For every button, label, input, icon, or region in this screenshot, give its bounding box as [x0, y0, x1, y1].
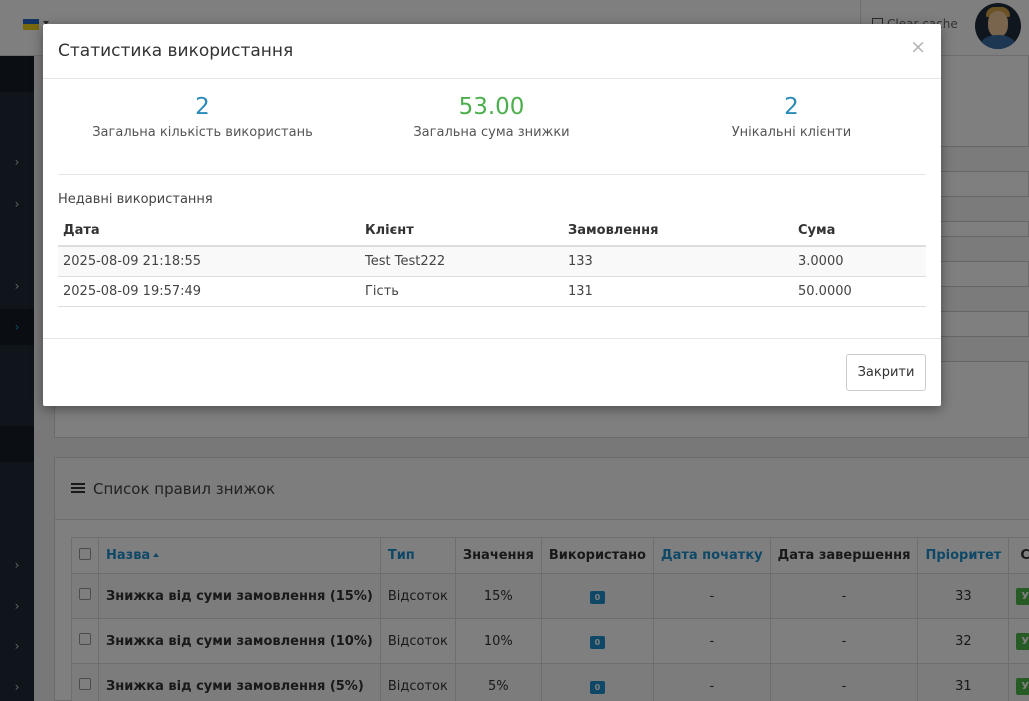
modal-header: Статистика використання × [43, 24, 941, 79]
close-button[interactable]: Закрити [846, 354, 926, 391]
stat-value: 2 [784, 94, 799, 120]
usage-client: Test Test222 [360, 245, 563, 276]
col-amount: Сума [793, 216, 926, 247]
stat-label: Загальна сума знижки [413, 125, 570, 140]
stat-label: Загальна кількість використань [92, 125, 313, 140]
usage-client: Гість [360, 275, 563, 307]
usage-amount: 3.0000 [793, 245, 926, 276]
stat-total-uses: 2 Загальна кількість використань [58, 92, 347, 140]
modal-title: Статистика використання [58, 41, 294, 61]
table-row: 2025-08-09 19:57:49 Гість 131 50.0000 [58, 275, 926, 307]
col-order: Замовлення [563, 216, 793, 247]
usage-order: 133 [563, 245, 793, 276]
col-client: Клієнт [360, 216, 563, 247]
close-icon[interactable]: × [910, 36, 926, 58]
usage-amount: 50.0000 [793, 275, 926, 307]
recent-usage-title: Недавні використання [58, 192, 213, 207]
usage-date: 2025-08-09 19:57:49 [58, 275, 360, 307]
col-date: Дата [58, 216, 360, 247]
usage-order: 131 [563, 275, 793, 307]
recent-usage-table: Дата Клієнт Замовлення Сума 2025-08-09 2… [58, 216, 926, 307]
usage-stats-modal: Статистика використання × 2 Загальна кіл… [43, 24, 941, 406]
stat-value: 53.00 [458, 94, 525, 120]
stats-summary: 2 Загальна кількість використань 53.00 З… [58, 79, 926, 175]
stat-unique-clients: 2 Унікальні клієнти [647, 92, 936, 140]
table-row: 2025-08-09 21:18:55 Test Test222 133 3.0… [58, 245, 926, 276]
modal-footer: Закрити [43, 338, 941, 406]
usage-date: 2025-08-09 21:18:55 [58, 245, 360, 276]
stat-label: Унікальні клієнти [731, 125, 852, 140]
stat-total-discount: 53.00 Загальна сума знижки [347, 92, 636, 140]
stat-value: 2 [195, 94, 210, 120]
